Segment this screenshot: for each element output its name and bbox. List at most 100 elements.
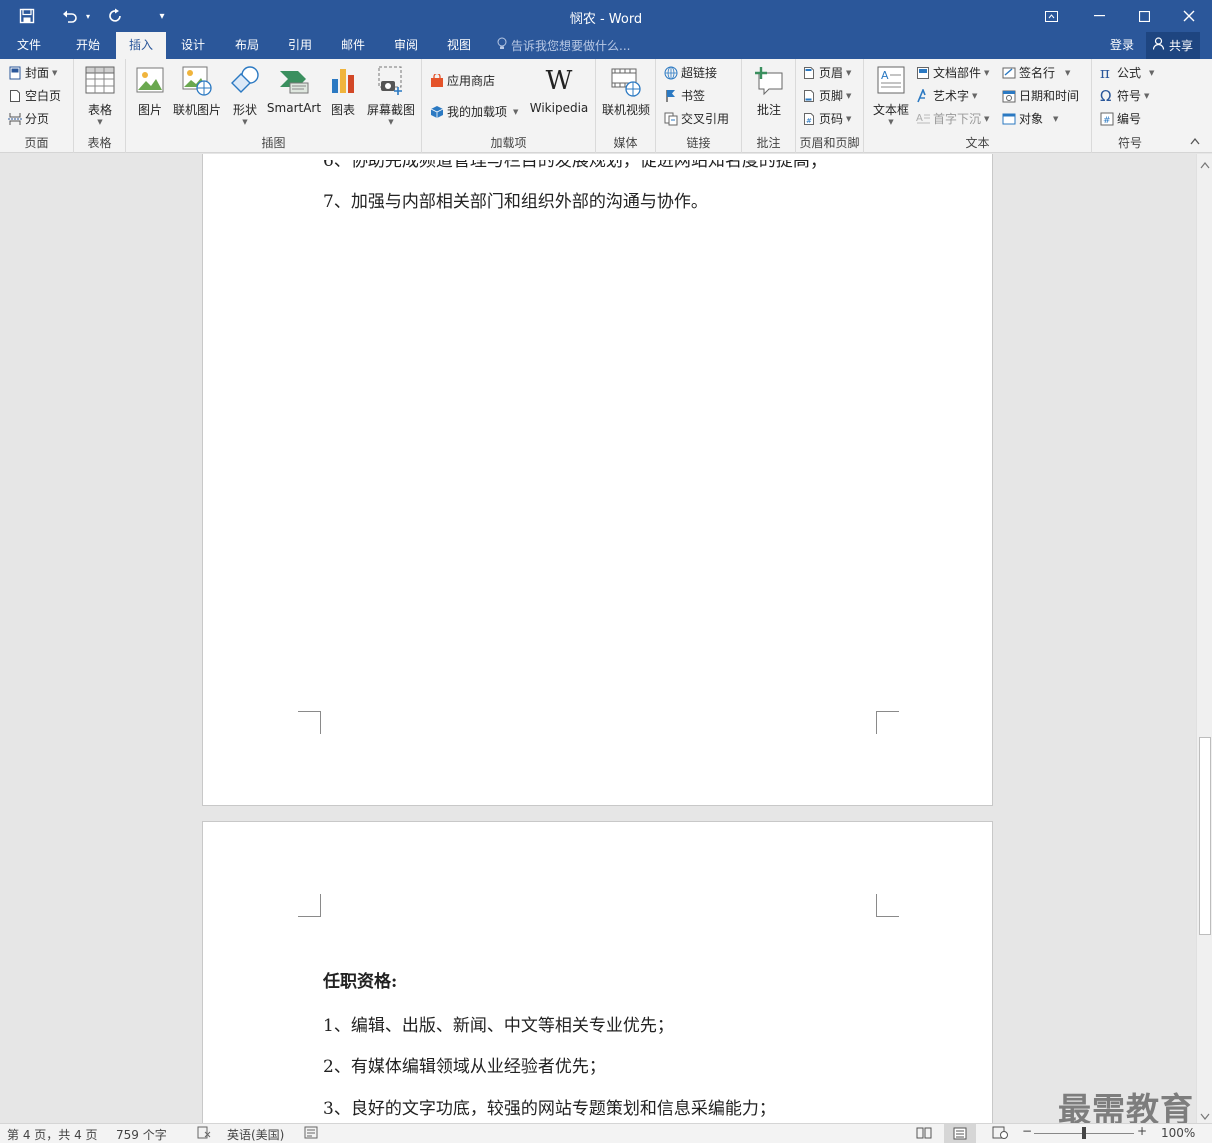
wikipedia-button[interactable]: W Wikipedia — [528, 65, 590, 115]
drop-cap-button[interactable]: A 首字下沉 ▼ — [916, 109, 989, 129]
web-layout-icon[interactable] — [992, 1126, 1008, 1142]
blank-page-button[interactable]: 空白页 — [8, 86, 61, 106]
page-break-button[interactable]: 分页 — [8, 109, 49, 129]
paragraph: 1、编辑、出版、新闻、中文等相关专业优先； — [323, 1016, 674, 1036]
scroll-up-icon[interactable] — [1200, 158, 1210, 172]
hyperlink-icon — [664, 66, 678, 80]
proofing-icon[interactable] — [197, 1126, 211, 1142]
shapes-button[interactable]: 形状 ▼ — [226, 65, 264, 126]
login-link[interactable]: 登录 — [1104, 32, 1140, 59]
footer-icon — [802, 89, 816, 103]
group-addins-label: 加载项 — [490, 136, 527, 150]
new-comment-button[interactable]: 批注 — [748, 65, 790, 118]
tab-home[interactable]: 开始 — [62, 32, 114, 59]
document-page[interactable]: 任职资格: 1、编辑、出版、新闻、中文等相关专业优先； 2、有媒体编辑领域从业经… — [202, 821, 993, 1123]
bookmark-button[interactable]: 书签 — [664, 86, 705, 106]
group-links-label: 链接 — [686, 136, 711, 150]
cross-reference-button[interactable]: 交叉引用 — [664, 109, 729, 129]
svg-text:#: # — [1103, 116, 1111, 126]
date-time-button[interactable]: 日期和时间 — [1002, 86, 1079, 106]
picture-icon — [134, 65, 166, 97]
footer-button[interactable]: 页脚 ▼ — [802, 86, 851, 106]
signature-icon — [1002, 66, 1016, 80]
chart-button[interactable]: 图表 — [324, 65, 362, 118]
smartart-button[interactable]: SmartArt — [266, 65, 322, 115]
online-video-icon — [610, 65, 642, 97]
symbol-button[interactable]: Ω 符号 ▼ — [1100, 86, 1149, 106]
blank-page-icon — [8, 89, 22, 103]
hyperlink-button[interactable]: 超链接 — [664, 63, 717, 83]
group-text: A 文本框 ▼ 文档部件 ▼ 艺术字 ▼ A 首字下沉 ▼ 签名行 ▼ 日期和时间 对象… — [864, 59, 1092, 153]
signature-line-button[interactable]: 签名行 ▼ — [1002, 63, 1070, 83]
tab-design[interactable]: 设计 — [170, 32, 216, 59]
tab-references[interactable]: 引用 — [277, 32, 323, 59]
tab-layout[interactable]: 布局 — [224, 32, 270, 59]
language[interactable]: 英语(美国) — [227, 1126, 284, 1143]
picture-button[interactable]: 图片 — [132, 65, 168, 118]
textbox-icon: A — [875, 65, 907, 97]
group-pages: 封面 ▼ 空白页 分页 页面 — [0, 59, 74, 153]
minimize-icon[interactable] — [1076, 0, 1122, 32]
store-button[interactable]: 应用商店 — [430, 71, 495, 91]
object-button[interactable]: 对象 ▼ — [1002, 109, 1058, 129]
equation-button[interactable]: π 公式 ▼ — [1100, 63, 1154, 83]
wordart-icon — [916, 87, 930, 103]
online-video-button[interactable]: 联机视频 — [600, 65, 652, 118]
store-icon — [430, 72, 444, 88]
quick-parts-button[interactable]: 文档部件 ▼ — [916, 63, 989, 83]
page-number-icon: # — [802, 112, 816, 126]
share-button[interactable]: 共享 — [1146, 32, 1200, 59]
document-page[interactable]: 6、协助完成频道管理与栏目的发展规划，促进网站知名度的提高； 7、加强与内部相关… — [202, 154, 993, 806]
print-layout-icon[interactable] — [944, 1124, 976, 1143]
my-addins-button[interactable]: 我的加载项 ▼ — [430, 102, 518, 122]
page-break-icon — [8, 112, 22, 126]
tell-me-box[interactable]: 告诉我您想要做什么... — [497, 32, 647, 59]
group-header-footer-label: 页眉和页脚 — [799, 136, 860, 150]
tab-mailings[interactable]: 邮件 — [330, 32, 376, 59]
read-mode-icon[interactable] — [916, 1126, 932, 1142]
tab-file[interactable]: 文件 — [2, 32, 56, 59]
textbox-button[interactable]: A 文本框 ▼ — [870, 65, 912, 126]
group-tables: 表格 ▼ 表格 — [74, 59, 126, 153]
macro-record-icon[interactable] — [304, 1126, 318, 1142]
scrollbar-thumb[interactable] — [1199, 737, 1211, 935]
omega-icon: Ω — [1100, 87, 1112, 105]
tab-view[interactable]: 视图 — [436, 32, 482, 59]
person-icon — [1152, 33, 1166, 59]
page-number-button[interactable]: # 页码 ▼ — [802, 109, 851, 129]
tab-review[interactable]: 审阅 — [383, 32, 429, 59]
ribbon-display-options-icon[interactable] — [1028, 0, 1074, 32]
svg-text:#: # — [806, 117, 812, 125]
margin-corner-mark — [298, 894, 321, 917]
document-workspace: 6、协助完成频道管理与栏目的发展规划，促进网站知名度的提高； 7、加强与内部相关… — [0, 154, 1196, 1123]
page-count[interactable]: 第 4 页，共 4 页 — [7, 1126, 98, 1143]
zoom-slider-thumb[interactable] — [1082, 1127, 1086, 1139]
group-comments: 批注 批注 — [742, 59, 796, 153]
number-button[interactable]: # 编号 — [1100, 109, 1141, 129]
comment-icon — [753, 65, 785, 97]
zoom-in-button[interactable]: + — [1137, 1124, 1147, 1138]
group-symbols-label: 符号 — [1117, 136, 1142, 150]
section-heading: 任职资格: — [323, 972, 398, 992]
group-media-label: 媒体 — [613, 136, 638, 150]
ribbon: 封面 ▼ 空白页 分页 页面 表格 ▼ 表格 图片 联机图片 形状 ▼ Smar… — [0, 59, 1212, 153]
cover-page-button[interactable]: 封面 ▼ — [8, 63, 57, 83]
header-button[interactable]: 页眉 ▼ — [802, 63, 851, 83]
header-icon — [802, 66, 816, 80]
table-button[interactable]: 表格 ▼ — [82, 65, 118, 126]
screenshot-button[interactable]: 屏幕截图 ▼ — [364, 65, 418, 126]
online-picture-button[interactable]: 联机图片 — [170, 65, 224, 118]
close-icon[interactable] — [1166, 0, 1212, 32]
zoom-out-button[interactable]: − — [1022, 1124, 1032, 1138]
margin-corner-mark — [876, 711, 899, 734]
vertical-scrollbar[interactable] — [1196, 154, 1212, 1123]
tab-insert[interactable]: 插入 — [116, 32, 166, 59]
word-count[interactable]: 759 个字 — [116, 1126, 167, 1143]
collapse-ribbon-icon[interactable] — [1190, 137, 1200, 148]
addins-icon — [430, 105, 444, 119]
group-media: 联机视频 媒体 — [596, 59, 656, 153]
scroll-down-icon[interactable] — [1200, 1110, 1210, 1124]
zoom-level[interactable]: 100% — [1161, 1126, 1195, 1140]
wordart-button[interactable]: 艺术字 ▼ — [916, 86, 977, 106]
maximize-icon[interactable] — [1121, 0, 1167, 32]
